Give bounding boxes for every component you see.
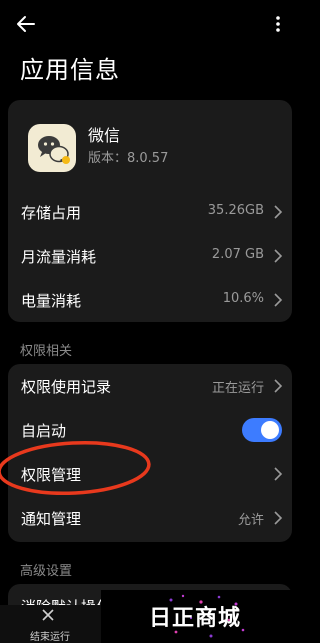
toggle-knob <box>261 421 279 439</box>
storage-usage-row[interactable]: 存储占用 35.26GB <box>8 190 292 234</box>
app-summary-card: 微信 版本：8.0.57 存储占用 35.26GB 月流量消耗 2.07 GB … <box>8 100 292 322</box>
autostart-row: 自启动 <box>8 408 292 452</box>
row-label: 电量消耗 <box>21 292 82 310</box>
permission-management-row[interactable]: 权限管理 <box>8 452 292 496</box>
app-name: 微信 <box>88 126 121 145</box>
battery-usage-row[interactable]: 电量消耗 10.6% <box>8 278 292 322</box>
row-label: 权限使用记录 <box>21 378 112 396</box>
chevron-right-icon <box>274 511 283 525</box>
app-version: 版本：8.0.57 <box>88 151 169 166</box>
back-arrow-icon[interactable] <box>14 12 38 36</box>
chevron-right-icon <box>274 467 283 481</box>
notification-management-row[interactable]: 通知管理 允许 <box>8 496 292 540</box>
row-value: 2.07 GB <box>211 247 264 262</box>
row-label: 自启动 <box>21 422 67 440</box>
page-title: 应用信息 <box>20 56 120 84</box>
row-label: 存储占用 <box>21 204 82 222</box>
close-icon <box>42 609 54 621</box>
watermark-text: 日正商城 <box>149 606 242 631</box>
row-value: 正在运行 <box>211 381 264 396</box>
row-value: 10.6% <box>222 291 264 306</box>
row-value: 35.26GB <box>207 203 264 218</box>
top-bar <box>0 0 300 46</box>
row-label: 通知管理 <box>21 510 82 528</box>
row-label: 权限管理 <box>21 466 82 484</box>
chevron-right-icon <box>274 249 283 263</box>
watermark-logo: 日正商城 <box>101 590 300 643</box>
chevron-right-icon <box>274 379 283 393</box>
section-label-advanced: 高级设置 <box>20 564 73 579</box>
data-usage-row[interactable]: 月流量消耗 2.07 GB <box>8 234 292 278</box>
row-value: 允许 <box>237 513 264 528</box>
stop-running-label: 结束运行 <box>30 632 70 643</box>
autostart-toggle[interactable] <box>242 418 282 442</box>
permission-usage-record-row[interactable]: 权限使用记录 正在运行 <box>8 364 292 408</box>
wechat-app-icon <box>28 124 76 172</box>
chevron-right-icon <box>274 205 283 219</box>
more-vert-icon[interactable] <box>268 12 288 36</box>
chevron-right-icon <box>274 293 283 307</box>
row-label: 月流量消耗 <box>21 248 97 266</box>
permissions-card: 权限使用记录 正在运行 自启动 权限管理 通知管理 允许 <box>8 364 292 542</box>
section-label-permissions: 权限相关 <box>20 344 73 359</box>
